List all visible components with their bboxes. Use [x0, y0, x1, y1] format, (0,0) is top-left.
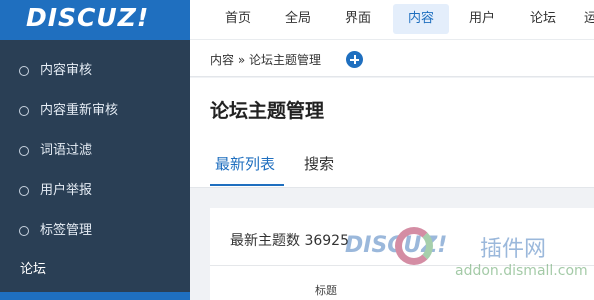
- sidebar-group-forum[interactable]: 论坛: [0, 250, 190, 290]
- sidebar-item-label: 内容审核: [40, 63, 93, 78]
- active-tab-indicator: [210, 184, 284, 186]
- nav-item-global[interactable]: 全局: [278, 4, 318, 34]
- sidebar-item-content-rereview[interactable]: 内容重新审核: [0, 91, 190, 131]
- sidebar-menu: 内容审核 内容重新审核 词语过滤 用户举报 标签管理: [0, 51, 190, 251]
- breadcrumb: 内容 » 论坛主题管理: [210, 53, 321, 67]
- nav-item-forum[interactable]: 论坛: [523, 4, 563, 34]
- sidebar-item-content-review[interactable]: 内容审核: [0, 51, 190, 91]
- watermark-url: addon.dismall.com: [455, 263, 588, 279]
- circle-bullet-icon: [19, 66, 29, 76]
- nav-item-home[interactable]: 首页: [218, 4, 258, 34]
- nav-item-content[interactable]: 内容: [393, 4, 449, 34]
- circle-bullet-icon: [19, 186, 29, 196]
- top-navigation: 首页 全局 界面 内容 用户 论坛 运: [190, 0, 594, 40]
- nav-item-operations[interactable]: 运: [584, 4, 594, 34]
- sidebar-item-label: 用户举报: [40, 183, 93, 198]
- tab-latest-list[interactable]: 最新列表: [215, 153, 275, 174]
- sidebar-item-user-reports[interactable]: 用户举报: [0, 171, 190, 211]
- breadcrumb-bar: 内容 » 论坛主题管理: [190, 41, 594, 77]
- sidebar-active-item[interactable]: [0, 292, 190, 300]
- circle-bullet-icon: [19, 146, 29, 156]
- add-shortcut-icon[interactable]: [346, 51, 363, 68]
- discuz-logo[interactable]: DISCUZ!: [26, 3, 149, 32]
- sidebar-item-tag-management[interactable]: 标签管理: [0, 211, 190, 251]
- watermark-site-name: 插件网: [480, 237, 547, 262]
- page-header: 论坛主题管理 最新列表 搜索: [190, 78, 594, 188]
- circle-bullet-icon: [19, 226, 29, 236]
- nav-item-interface[interactable]: 界面: [338, 4, 378, 34]
- sidebar-item-word-filter[interactable]: 词语过滤: [0, 131, 190, 171]
- watermark-logo-icon: [395, 227, 433, 265]
- sidebar: DISCUZ! 内容审核 内容重新审核 词语过滤 用户举报 标签管理 论坛: [0, 0, 190, 300]
- sidebar-item-label: 词语过滤: [40, 143, 93, 158]
- nav-item-users[interactable]: 用户: [462, 4, 502, 34]
- sidebar-item-label: 内容重新审核: [40, 103, 119, 118]
- sidebar-item-label: 标签管理: [40, 223, 93, 238]
- tab-search[interactable]: 搜索: [304, 153, 334, 174]
- watermark: DISCUZ! 插件网 addon.dismall.com: [305, 225, 594, 285]
- logo-bar: DISCUZ!: [0, 0, 190, 40]
- circle-bullet-icon: [19, 106, 29, 116]
- page-title: 论坛主题管理: [210, 100, 325, 122]
